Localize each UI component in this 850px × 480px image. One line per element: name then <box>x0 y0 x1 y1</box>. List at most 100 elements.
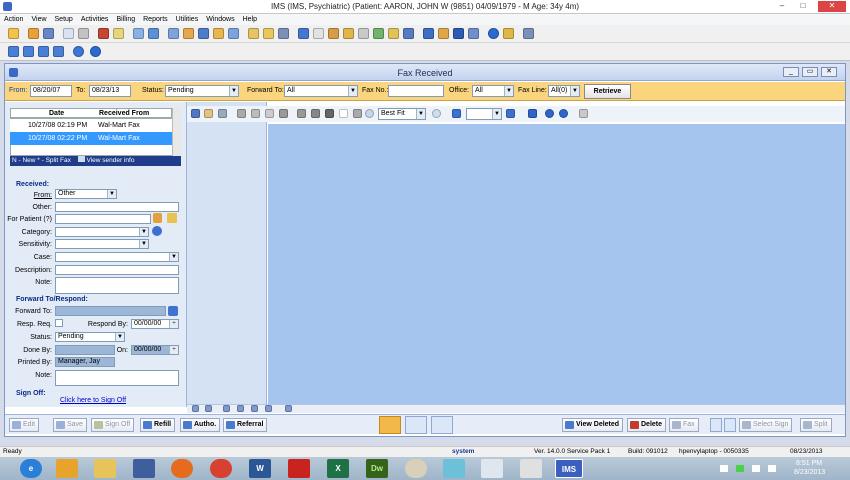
folder-icon[interactable] <box>263 28 274 39</box>
received-from-column-header[interactable]: Received From <box>99 110 149 117</box>
clock-date[interactable]: 8/23/2013 <box>794 469 825 476</box>
paint-icon[interactable] <box>405 459 427 478</box>
stamp-icon[interactable] <box>297 109 306 118</box>
previous-page-icon[interactable] <box>452 109 461 118</box>
remote-desktop-icon[interactable] <box>133 459 155 478</box>
explorer-folder-icon[interactable] <box>94 459 116 478</box>
hand-icon[interactable] <box>204 109 213 118</box>
next-page-icon[interactable] <box>506 109 515 118</box>
sheet-icon[interactable] <box>388 28 399 39</box>
date-column-header[interactable]: Date <box>49 110 64 117</box>
forward-select-icon[interactable] <box>168 306 178 316</box>
tile-icon[interactable] <box>285 405 292 412</box>
menu-utilities[interactable]: Utilities <box>172 14 203 25</box>
menu-billing[interactable]: Billing <box>112 14 139 25</box>
mail-icon[interactable] <box>313 28 324 39</box>
zoom-select[interactable]: Best Fit ▼ <box>378 108 426 120</box>
child-minimize-button[interactable]: _ <box>783 67 799 77</box>
schedule-icon[interactable] <box>213 28 224 39</box>
marker-icon[interactable] <box>237 109 246 118</box>
fax-viewer[interactable] <box>268 124 845 406</box>
last-record-icon[interactable] <box>53 46 64 57</box>
menu-windows[interactable]: Windows <box>202 14 238 25</box>
calendar-icon[interactable] <box>98 28 109 39</box>
actual-size-icon[interactable] <box>265 405 272 412</box>
forward-status-select[interactable]: Pending ▼ <box>55 332 125 342</box>
case-select[interactable]: ▼ <box>55 252 179 262</box>
close-window-button[interactable]: ✕ <box>818 1 846 12</box>
patient-lookup-icon[interactable] <box>153 213 162 223</box>
respond-by-input[interactable]: 00/00/00 ÷ <box>131 319 179 329</box>
image-icon[interactable] <box>279 109 288 118</box>
exit-icon[interactable] <box>523 28 534 39</box>
fax-list-row[interactable]: 10/27/08 02:19 PM Wal-Mart Fax <box>10 119 172 132</box>
fit-width-icon[interactable] <box>237 405 244 412</box>
view-mode-pages-button[interactable] <box>431 416 453 434</box>
calculator-icon[interactable] <box>481 459 503 478</box>
forward-to-field[interactable] <box>55 306 166 316</box>
globe-icon[interactable] <box>90 46 101 57</box>
highlight-icon[interactable] <box>265 109 274 118</box>
single-page-icon[interactable] <box>205 405 212 412</box>
tray-flag-icon[interactable] <box>720 465 728 472</box>
sign-off-button[interactable]: Sign Off <box>91 418 135 432</box>
text-tool-icon[interactable] <box>311 109 320 118</box>
fax-button[interactable]: Fax <box>669 418 699 432</box>
retrieve-button[interactable]: Retrieve <box>584 84 631 99</box>
tray-volume-icon[interactable] <box>768 465 776 472</box>
done-on-date[interactable]: 00/00/00 ÷ <box>131 345 179 355</box>
grid-icon[interactable] <box>373 28 384 39</box>
help-icon[interactable] <box>488 28 499 39</box>
zoom-select-icon[interactable] <box>218 109 227 118</box>
clock-time[interactable]: 8:51 PM <box>796 460 822 467</box>
page-select[interactable]: ▼ <box>466 108 502 120</box>
view-mode-document-button[interactable] <box>405 416 427 434</box>
minimize-window-button[interactable]: – <box>775 1 789 12</box>
menu-reports[interactable]: Reports <box>139 14 172 25</box>
view-deleted-button[interactable]: View Deleted <box>562 418 624 432</box>
filled-rect-icon[interactable] <box>325 109 334 118</box>
spinner-icon[interactable]: ÷ <box>169 320 178 328</box>
fax-line-select[interactable]: All(0) ▼ <box>548 85 580 97</box>
transfer-icon[interactable] <box>438 28 449 39</box>
list-scrollbar[interactable] <box>172 108 181 156</box>
users-icon[interactable] <box>183 28 194 39</box>
pen-icon[interactable] <box>43 28 54 39</box>
next-record-icon[interactable] <box>38 46 49 57</box>
pointer-icon[interactable] <box>191 109 200 118</box>
zoom-out-icon[interactable] <box>432 109 441 118</box>
category-add-icon[interactable] <box>152 226 162 236</box>
received-from-select[interactable]: Other ▼ <box>55 189 117 199</box>
key-icon[interactable] <box>503 28 514 39</box>
signoff-link[interactable]: Click here to Sign Off <box>60 397 126 404</box>
referral-button[interactable]: Referral <box>223 418 268 432</box>
save-icon[interactable] <box>423 28 434 39</box>
chrome-icon[interactable] <box>210 459 232 478</box>
word-icon[interactable] <box>453 28 464 39</box>
forward-note-textarea[interactable] <box>55 370 179 386</box>
outlook-icon[interactable] <box>56 459 78 478</box>
lock-icon[interactable] <box>78 28 89 39</box>
document-icon[interactable] <box>63 28 74 39</box>
refresh-icon[interactable] <box>73 46 84 57</box>
excel-icon[interactable]: X <box>327 459 349 478</box>
next-button[interactable] <box>724 418 736 432</box>
rotate-left-icon[interactable] <box>545 109 554 118</box>
rotate-right-icon[interactable] <box>559 109 568 118</box>
thumb-view-icon[interactable] <box>192 405 199 412</box>
received-note-textarea[interactable] <box>55 277 179 294</box>
word-icon[interactable]: W <box>249 459 271 478</box>
child-restore-button[interactable]: ▭ <box>802 67 818 77</box>
dreamweaver-icon[interactable]: Dw <box>366 459 388 478</box>
view-sender-info-link[interactable]: View sender info <box>87 157 135 164</box>
resp-req-checkbox[interactable] <box>55 319 63 327</box>
menu-action[interactable]: Action <box>0 14 27 25</box>
tray-network-icon[interactable] <box>752 465 760 472</box>
chart-icon[interactable] <box>148 28 159 39</box>
status-select[interactable]: Pending ▼ <box>165 85 239 97</box>
person-icon[interactable] <box>28 28 39 39</box>
patient-folder-icon[interactable] <box>167 213 177 223</box>
notepad-icon[interactable] <box>443 459 465 478</box>
acrobat-icon[interactable] <box>288 459 310 478</box>
firefox-icon[interactable] <box>171 459 193 478</box>
